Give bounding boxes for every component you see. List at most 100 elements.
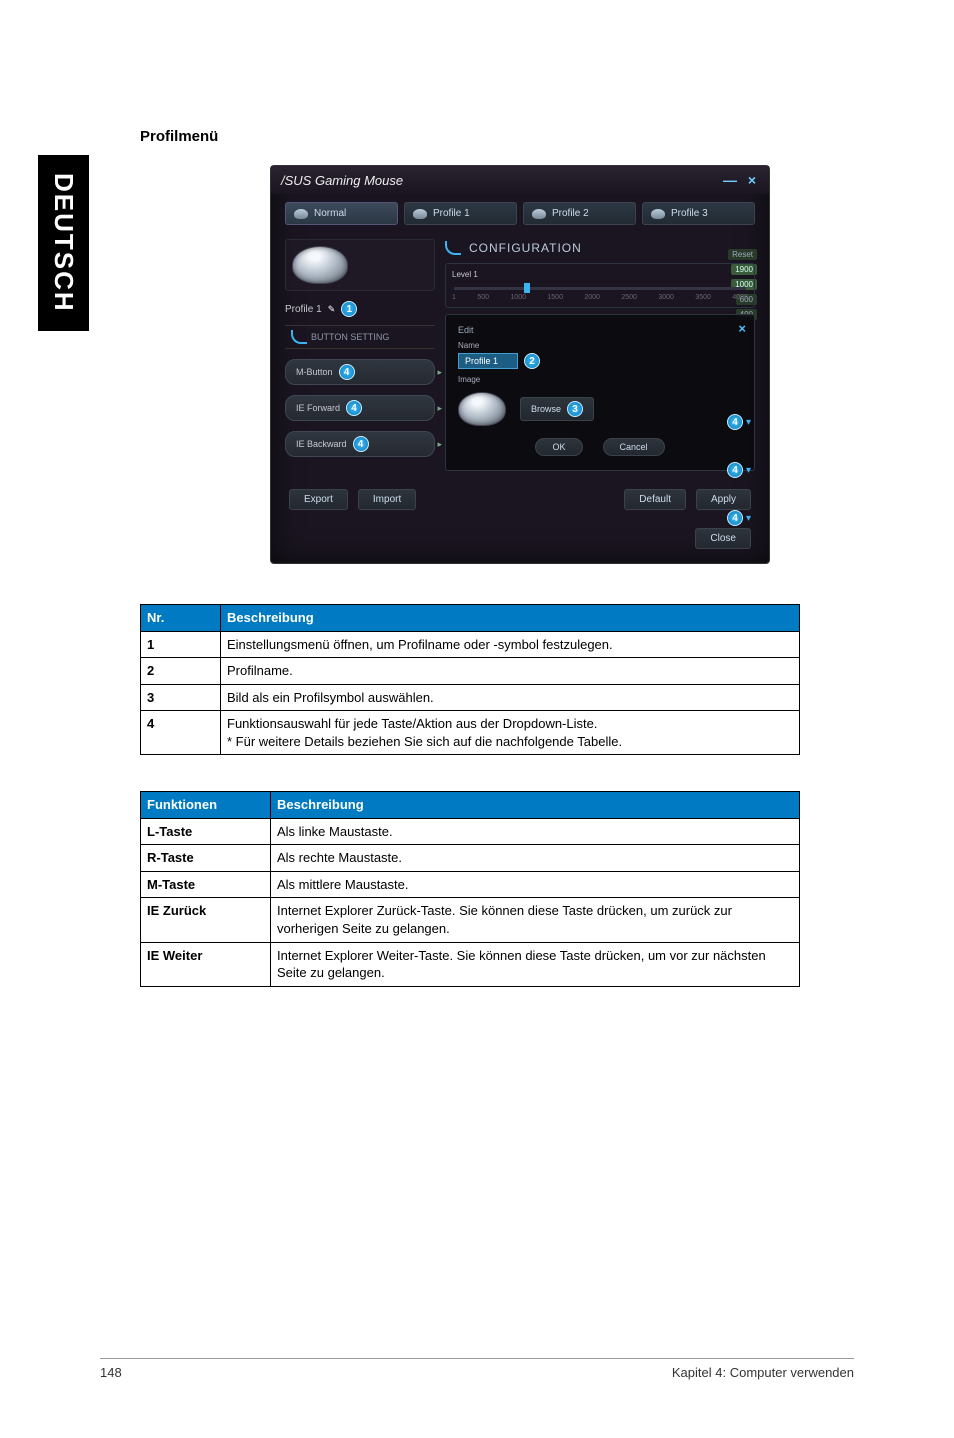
tab-label: Profile 1 (433, 208, 470, 219)
tab-label: Profile 3 (671, 208, 708, 219)
level-label: Level 1 (452, 270, 478, 279)
th-desc: Beschreibung (221, 605, 800, 632)
functions-table: Funktionen Beschreibung L-Taste Als link… (140, 791, 800, 986)
browse-label: Browse (531, 404, 561, 414)
callout-4: 4 (339, 364, 355, 380)
caret-icon: ▾ (746, 513, 751, 524)
callout-4: 4 (353, 436, 369, 452)
import-button[interactable]: Import (358, 489, 416, 510)
callout-4: 4 (727, 510, 743, 526)
profile-preview (285, 239, 435, 291)
table-row: IE Zurück Internet Explorer Zurück-Taste… (141, 898, 800, 942)
table-row: 3 Bild als ein Profilsymbol auswählen. (141, 684, 800, 711)
cell-func: L-Taste (141, 818, 271, 845)
modal-close-button[interactable]: × (738, 321, 746, 336)
tab-label: Profile 2 (552, 208, 589, 219)
page-number: 148 (100, 1365, 122, 1380)
close-app-button[interactable]: Close (695, 528, 751, 549)
callout-1: 1 (341, 301, 357, 317)
image-field-label: Image (458, 375, 742, 384)
profile-name-input[interactable]: Profile 1 (458, 353, 518, 369)
app-screenshot: /SUS Gaming Mouse — × Normal Profile 1 P… (270, 165, 770, 564)
app-titlebar: /SUS Gaming Mouse — × (271, 166, 769, 194)
callout-4: 4 (727, 414, 743, 430)
table-row: R-Taste Als rechte Maustaste. (141, 845, 800, 872)
table-row: L-Taste Als linke Maustaste. (141, 818, 800, 845)
mouse-icon (532, 209, 546, 219)
swoosh-icon (445, 241, 461, 255)
mouse-icon-large (292, 246, 348, 284)
cell-desc: Als mittlere Maustaste. (271, 871, 800, 898)
pill-label: IE Backward (296, 439, 347, 449)
slider-thumb[interactable] (524, 283, 530, 293)
th-desc: Beschreibung (271, 792, 800, 819)
close-button[interactable]: × (745, 172, 759, 188)
cell-nr: 1 (141, 631, 221, 658)
mouse-icon (413, 209, 427, 219)
cell-desc: Einstellungsmenü öffnen, um Profilname o… (221, 631, 800, 658)
button-settings-label: BUTTON SETTING (311, 332, 389, 342)
swoosh-icon (291, 330, 307, 344)
cell-desc: Bild als ein Profilsymbol auswählen. (221, 684, 800, 711)
th-func: Funktionen (141, 792, 271, 819)
cell-func: IE Zurück (141, 898, 271, 942)
dpi-slider-area: Level 1 1 500 1000 1500 2000 2500 3000 3… (445, 263, 755, 308)
browse-button[interactable]: Browse 3 (520, 397, 594, 421)
table-row: 1 Einstellungsmenü öffnen, um Profilname… (141, 631, 800, 658)
edit-icon[interactable]: ✎ (328, 304, 336, 315)
tab-label: Normal (314, 208, 346, 219)
config-title: CONFIGURATION (445, 241, 755, 255)
tab-profile3[interactable]: Profile 3 (642, 202, 755, 225)
default-button[interactable]: Default (624, 489, 686, 510)
language-tab: DEUTSCH (38, 155, 89, 331)
table-row: 4 Funktionsauswahl für jede Taste/Aktion… (141, 711, 800, 755)
edit-modal: Edit × Name Profile 1 2 Image Browse 3 (445, 314, 755, 471)
slider-ticks: 1 500 1000 1500 2000 2500 3000 3500 4000 (452, 294, 748, 301)
cell-nr: 4 (141, 711, 221, 755)
mouse-icon (651, 209, 665, 219)
export-button[interactable]: Export (289, 489, 348, 510)
section-title: Profilmenü (140, 128, 900, 145)
dpi-slider[interactable] (454, 287, 746, 290)
caret-icon: ▾ (746, 465, 751, 476)
pill-label: M-Button (296, 367, 333, 377)
tab-profile1[interactable]: Profile 1 (404, 202, 517, 225)
minimize-button[interactable]: — (723, 172, 737, 188)
tab-normal[interactable]: Normal (285, 202, 398, 225)
callout-table: Nr. Beschreibung 1 Einstellungsmenü öffn… (140, 604, 800, 755)
m-button-pill[interactable]: M-Button 4 (285, 359, 435, 385)
callout-4: 4 (346, 400, 362, 416)
button-settings-header: BUTTON SETTING (285, 325, 435, 349)
ie-backward-pill[interactable]: IE Backward 4 (285, 431, 435, 457)
profile-tabs: Normal Profile 1 Profile 2 Profile 3 (271, 194, 769, 231)
cell-desc: Internet Explorer Zurück-Taste. Sie könn… (271, 898, 800, 942)
app-brand: /SUS Gaming Mouse (281, 173, 403, 188)
callout-4: 4 (727, 462, 743, 478)
profile-image-preview (458, 392, 506, 426)
chapter-title: Kapitel 4: Computer verwenden (672, 1365, 854, 1380)
caret-icon: ▾ (746, 417, 751, 428)
table-row: 2 Profilname. (141, 658, 800, 685)
tab-profile2[interactable]: Profile 2 (523, 202, 636, 225)
cell-func: M-Taste (141, 871, 271, 898)
page-content: Profilmenü /SUS Gaming Mouse — × Normal … (140, 128, 900, 1023)
modal-title: Edit (458, 325, 742, 335)
ok-button[interactable]: OK (535, 438, 582, 456)
pill-label: IE Forward (296, 403, 340, 413)
cell-desc: Als rechte Maustaste. (271, 845, 800, 872)
cell-func: IE Weiter (141, 942, 271, 986)
name-field-label: Name (458, 341, 742, 350)
th-nr: Nr. (141, 605, 221, 632)
mouse-icon (294, 209, 308, 219)
reset-badge[interactable]: Reset (728, 249, 757, 260)
cell-nr: 2 (141, 658, 221, 685)
ie-forward-pill[interactable]: IE Forward 4 (285, 395, 435, 421)
cancel-button[interactable]: Cancel (603, 438, 665, 456)
cell-desc: Internet Explorer Weiter-Taste. Sie könn… (271, 942, 800, 986)
cell-desc: Als linke Maustaste. (271, 818, 800, 845)
table-row: M-Taste Als mittlere Maustaste. (141, 871, 800, 898)
callout-2: 2 (524, 353, 540, 369)
callout-3: 3 (567, 401, 583, 417)
cell-nr: 3 (141, 684, 221, 711)
config-label: CONFIGURATION (469, 241, 582, 255)
